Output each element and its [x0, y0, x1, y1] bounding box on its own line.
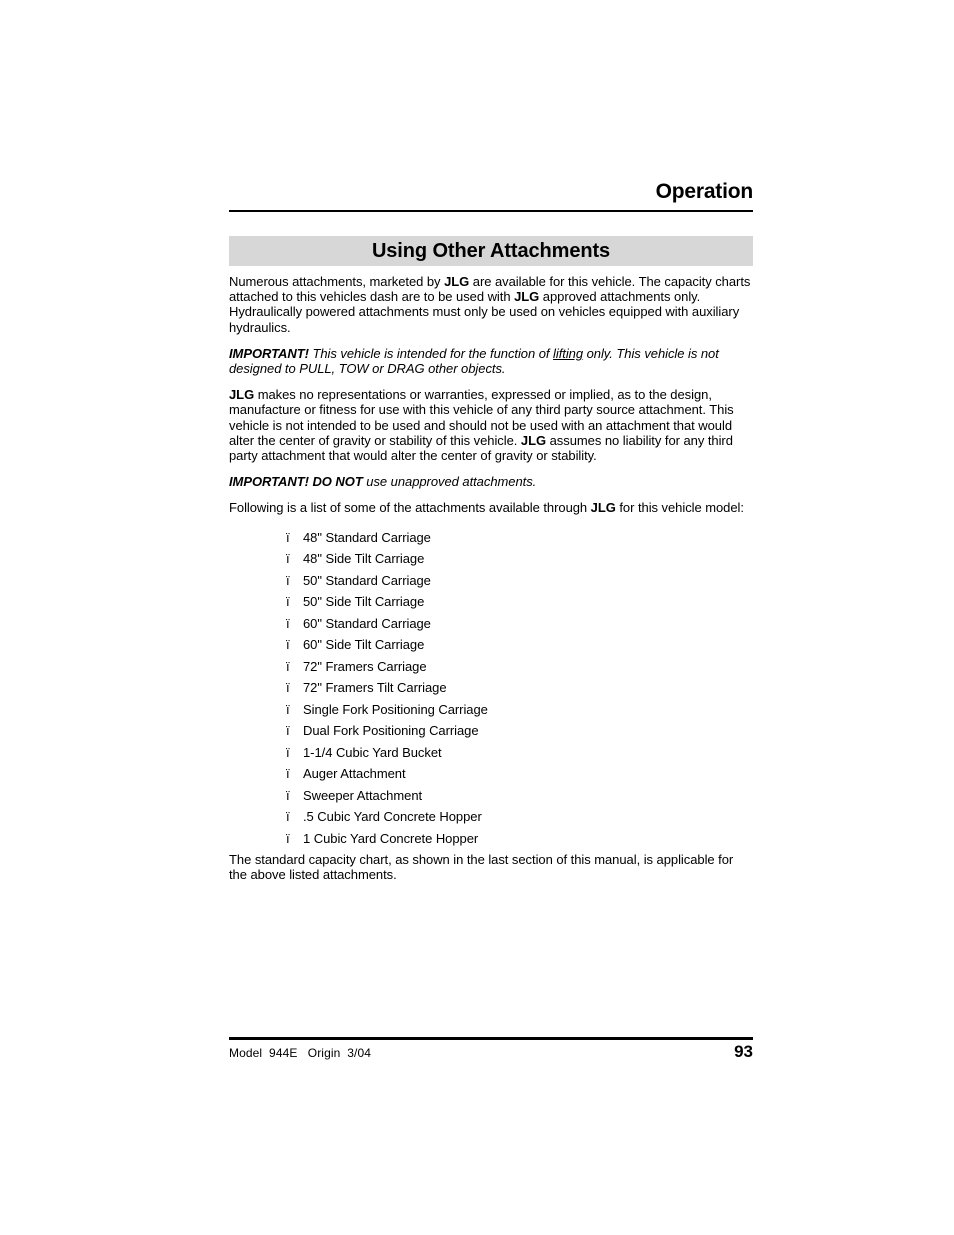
bullet-icon: ï [286, 658, 290, 674]
list-item: ï 72" Framers Tilt Carriage [229, 677, 753, 699]
bullet-icon: ï [286, 680, 290, 696]
closing-paragraph: The standard capacity chart, as shown in… [229, 852, 734, 883]
bullet-icon: ï [286, 551, 290, 567]
bullet-icon: ï [286, 766, 290, 782]
list-item-label: 60" Side Tilt Carriage [303, 637, 425, 653]
list-item: ï 60" Standard Carriage [229, 613, 753, 635]
bullet-icon: ï [286, 701, 290, 717]
list-item-label: Single Fork Positioning Carriage [303, 701, 488, 717]
page-number: 93 [734, 1042, 753, 1061]
important-text-1: This vehicle is intended for the functio… [308, 345, 554, 361]
jlg-brand: JLG [444, 274, 470, 289]
list-item: ï Sweeper Attachment [229, 785, 753, 807]
bullet-icon: ï [286, 529, 290, 545]
intro-paragraph: Numerous attachments, marketed by JLG ar… [229, 274, 753, 335]
list-item: ï 1-1/4 Cubic Yard Bucket [229, 742, 753, 764]
intro-text-1: Numerous attachments, marketed by [229, 274, 445, 289]
footer-rule [229, 1037, 753, 1040]
bullet-icon: ï [286, 744, 290, 760]
bullet-icon: ï [286, 809, 290, 825]
header-rule [229, 210, 753, 212]
important-label: IMPORTANT! [229, 345, 309, 361]
bullet-icon: ï [286, 830, 290, 846]
list-item-label: 48" Standard Carriage [303, 529, 431, 545]
list-intro-text-1: Following is a list of some of the attac… [229, 500, 591, 516]
list-item-label: 72" Framers Carriage [303, 658, 427, 674]
bullet-icon: ï [286, 787, 290, 803]
bullet-icon: ï [286, 723, 290, 739]
list-item: ï 60" Side Tilt Carriage [229, 634, 753, 656]
important-notice-lifting: IMPORTANT! This vehicle is intended for … [229, 346, 753, 376]
list-item: ï 50" Standard Carriage [229, 570, 753, 592]
section-title: Using Other Attachments [371, 240, 611, 262]
list-item-label: 60" Standard Carriage [303, 615, 431, 631]
list-intro-text-2: for this vehicle model: [615, 500, 744, 516]
list-item-label: 48" Side Tilt Carriage [303, 551, 425, 567]
list-item: ï .5 Cubic Yard Concrete Hopper [229, 806, 753, 828]
list-item: ï 50" Side Tilt Carriage [229, 591, 753, 613]
list-item: ï Single Fork Positioning Carriage [229, 699, 753, 721]
important-text-3: use unapproved attachments. [362, 474, 537, 490]
bullet-icon: ï [286, 594, 290, 610]
jlg-brand: JLG [520, 432, 547, 448]
running-head: Operation [655, 180, 754, 203]
list-item: ï Dual Fork Positioning Carriage [229, 720, 753, 742]
list-item-label: 50" Side Tilt Carriage [303, 594, 425, 610]
list-item-label: 1 Cubic Yard Concrete Hopper [303, 830, 479, 846]
list-item-label: Dual Fork Positioning Carriage [303, 723, 479, 739]
jlg-brand: JLG [229, 387, 255, 403]
disclaimer-paragraph: JLG makes no representations or warranti… [229, 387, 753, 463]
manual-page: Operation Using Other Attachments Numero… [0, 0, 954, 1235]
page-content: Numerous attachments, marketed by JLG ar… [229, 274, 753, 883]
list-item-label: Sweeper Attachment [303, 787, 423, 803]
jlg-brand: JLG [590, 500, 616, 516]
list-item: ï 1 Cubic Yard Concrete Hopper [229, 828, 753, 850]
bullet-icon: ï [286, 637, 290, 653]
jlg-brand: JLG [514, 289, 540, 305]
bullet-icon: ï [286, 615, 290, 631]
list-intro-paragraph: Following is a list of some of the attac… [229, 500, 753, 515]
list-item-label: 72" Framers Tilt Carriage [303, 680, 447, 696]
attachment-list: ï 48" Standard Carriage ï 48" Side Tilt Car… [229, 527, 753, 850]
list-item: ï 48" Standard Carriage [229, 527, 753, 549]
section-title-bar: Using Other Attachments [229, 236, 753, 266]
bullet-icon: ï [286, 572, 290, 588]
important-label: IMPORTANT! DO NOT [229, 474, 363, 490]
important-notice-unapproved: IMPORTANT! DO NOT use unapproved attachm… [229, 474, 753, 489]
list-item-label: .5 Cubic Yard Concrete Hopper [303, 809, 482, 825]
list-item-label: 1-1/4 Cubic Yard Bucket [303, 744, 442, 760]
list-item: ï 48" Side Tilt Carriage [229, 548, 753, 570]
list-item-label: Auger Attachment [303, 766, 406, 782]
underlined-lifting: lifting [553, 345, 584, 361]
list-item: ï 72" Framers Carriage [229, 656, 753, 678]
list-item: ï Auger Attachment [229, 763, 753, 785]
list-item-label: 50" Standard Carriage [303, 572, 431, 588]
